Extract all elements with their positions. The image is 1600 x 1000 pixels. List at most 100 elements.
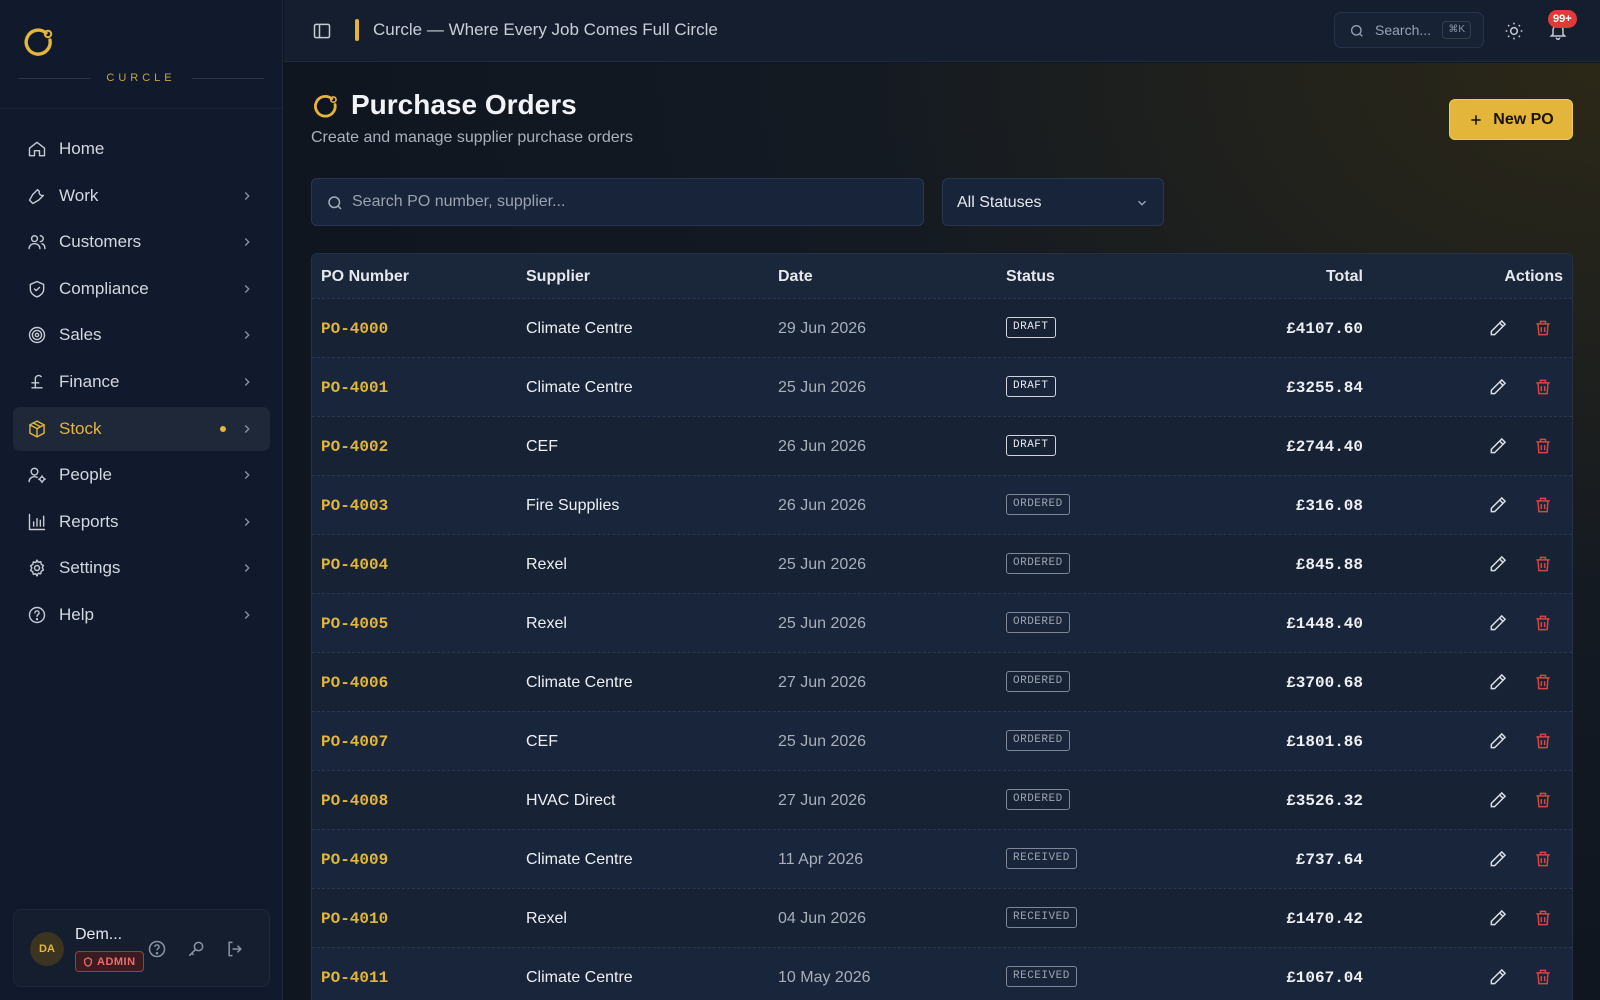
supplier-cell: Rexel: [526, 615, 567, 632]
edit-icon[interactable]: [1488, 908, 1508, 928]
avatar[interactable]: DA: [30, 932, 64, 966]
date-cell: 25 Jun 2026: [778, 556, 867, 573]
trash-icon[interactable]: [1533, 554, 1553, 574]
table-row[interactable]: PO-4004 Rexel 25 Jun 2026 ORDERED £845.88: [312, 534, 1572, 593]
po-number-link[interactable]: PO-4004: [321, 556, 388, 574]
main-content: Purchase Orders Create and manage suppli…: [284, 63, 1600, 1000]
po-number-link[interactable]: PO-4009: [321, 851, 388, 869]
table-row[interactable]: PO-4009 Climate Centre 11 Apr 2026 RECEIVED…: [312, 829, 1572, 888]
edit-icon[interactable]: [1488, 731, 1508, 751]
table-row[interactable]: PO-4000 Climate Centre 29 Jun 2026 DRAFT £41…: [312, 298, 1572, 357]
trash-icon[interactable]: [1533, 967, 1553, 987]
sidebar-item-label: Home: [59, 139, 105, 158]
sidebar-item-stock[interactable]: Stock: [13, 406, 270, 451]
sidebar-toggle-icon[interactable]: [312, 21, 332, 41]
table-row[interactable]: PO-4001 Climate Centre 25 Jun 2026 DRAFT £32…: [312, 357, 1572, 416]
edit-icon[interactable]: [1488, 790, 1508, 810]
sidebar-item-work[interactable]: Work: [13, 174, 270, 218]
sidebar-item-label: Compliance: [59, 278, 149, 298]
sidebar-item-reports[interactable]: Reports: [13, 500, 270, 544]
help-circle-icon: [27, 605, 47, 625]
sidebar-item-sales[interactable]: Sales: [13, 313, 270, 357]
header-total[interactable]: Total: [1326, 268, 1363, 286]
sidebar-item-settings[interactable]: Settings: [13, 546, 270, 590]
table-row[interactable]: PO-4002 CEF 26 Jun 2026 DRAFT £2744.40: [312, 416, 1572, 475]
search-shortcut: ⌘K: [1442, 21, 1471, 39]
trash-icon[interactable]: [1533, 436, 1553, 456]
trash-icon[interactable]: [1533, 318, 1553, 338]
table-row[interactable]: PO-4006 Climate Centre 27 Jun 2026 ORDERED £…: [312, 652, 1572, 711]
theme-toggle-icon[interactable]: [1504, 21, 1524, 41]
table-row[interactable]: PO-4007 CEF 25 Jun 2026 ORDERED £1801.86: [312, 711, 1572, 770]
trash-icon[interactable]: [1533, 495, 1553, 515]
sidebar-item-home[interactable]: Home: [13, 127, 270, 171]
sidebar-item-customers[interactable]: Customers: [13, 220, 270, 264]
curcle-logo-icon: [314, 95, 337, 118]
status-badge: RECEIVED: [1006, 848, 1077, 869]
status-filter-value: All Statuses: [957, 194, 1042, 211]
po-number-link[interactable]: PO-4010: [321, 910, 388, 928]
table-row[interactable]: PO-4005 Rexel 25 Jun 2026 ORDERED £1448.40: [312, 593, 1572, 652]
edit-icon[interactable]: [1488, 377, 1508, 397]
date-cell: 25 Jun 2026: [778, 379, 867, 396]
po-number-link[interactable]: PO-4001: [321, 379, 388, 397]
sidebar-item-help[interactable]: Help: [13, 593, 270, 637]
edit-icon[interactable]: [1488, 613, 1508, 633]
po-number-link[interactable]: PO-4003: [321, 497, 388, 515]
header-status[interactable]: Status: [1006, 268, 1055, 286]
brand-divider-right: [192, 78, 264, 79]
header-po-number[interactable]: PO Number: [321, 268, 409, 286]
total-cell: £1801.86: [1286, 733, 1363, 751]
po-number-link[interactable]: PO-4011: [321, 969, 388, 987]
total-cell: £3255.84: [1286, 379, 1363, 397]
total-cell: £316.08: [1295, 497, 1363, 515]
total-cell: £3700.68: [1286, 674, 1363, 692]
edit-icon[interactable]: [1488, 967, 1508, 987]
table-row[interactable]: PO-4011 Climate Centre 10 May 2026 RECEIVED…: [312, 947, 1572, 1000]
logout-icon[interactable]: [225, 939, 245, 959]
edit-icon[interactable]: [1488, 318, 1508, 338]
trash-icon[interactable]: [1533, 790, 1553, 810]
edit-icon[interactable]: [1488, 554, 1508, 574]
table-row[interactable]: PO-4003 Fire Supplies 26 Jun 2026 ORDERED £3…: [312, 475, 1572, 534]
po-number-link[interactable]: PO-4002: [321, 438, 388, 456]
status-badge: DRAFT: [1006, 376, 1056, 397]
status-filter-select[interactable]: All Statuses: [942, 178, 1164, 226]
chevron-right-icon: [240, 188, 254, 202]
edit-icon[interactable]: [1488, 849, 1508, 869]
date-cell: 27 Jun 2026: [778, 792, 867, 809]
po-number-link[interactable]: PO-4008: [321, 792, 388, 810]
edit-icon[interactable]: [1488, 495, 1508, 515]
supplier-cell: Rexel: [526, 556, 567, 573]
sidebar-item-label: Settings: [59, 558, 121, 578]
sidebar-item-compliance[interactable]: Compliance: [13, 267, 270, 311]
trash-icon[interactable]: [1533, 377, 1553, 397]
trash-icon[interactable]: [1533, 849, 1553, 869]
po-search-box: [311, 178, 924, 226]
help-icon[interactable]: [147, 939, 167, 959]
header-supplier[interactable]: Supplier: [526, 268, 590, 286]
trash-icon[interactable]: [1533, 731, 1553, 751]
po-number-link[interactable]: PO-4006: [321, 674, 388, 692]
po-search-input[interactable]: [352, 179, 912, 225]
trash-icon[interactable]: [1533, 908, 1553, 928]
trash-icon[interactable]: [1533, 672, 1553, 692]
trash-icon[interactable]: [1533, 613, 1553, 633]
global-search-button[interactable]: Search... ⌘K: [1334, 12, 1484, 48]
table-row[interactable]: PO-4010 Rexel 04 Jun 2026 RECEIVED £1470.42: [312, 888, 1572, 947]
key-icon[interactable]: [186, 939, 206, 959]
header-date[interactable]: Date: [778, 268, 813, 286]
po-number-link[interactable]: PO-4000: [321, 320, 388, 338]
edit-icon[interactable]: [1488, 436, 1508, 456]
table-row[interactable]: PO-4008 HVAC Direct 27 Jun 2026 ORDERED £352…: [312, 770, 1572, 829]
new-po-button[interactable]: New PO: [1449, 99, 1573, 140]
supplier-cell: Climate Centre: [526, 379, 633, 396]
po-number-link[interactable]: PO-4007: [321, 733, 388, 751]
status-badge: ORDERED: [1006, 789, 1070, 810]
sidebar-item-finance[interactable]: Finance: [13, 360, 270, 404]
po-number-link[interactable]: PO-4005: [321, 615, 388, 633]
sidebar-item-label: Sales: [59, 325, 102, 345]
edit-icon[interactable]: [1488, 672, 1508, 692]
sidebar-item-people[interactable]: People: [13, 453, 270, 497]
curcle-logo-icon[interactable]: [22, 26, 56, 60]
